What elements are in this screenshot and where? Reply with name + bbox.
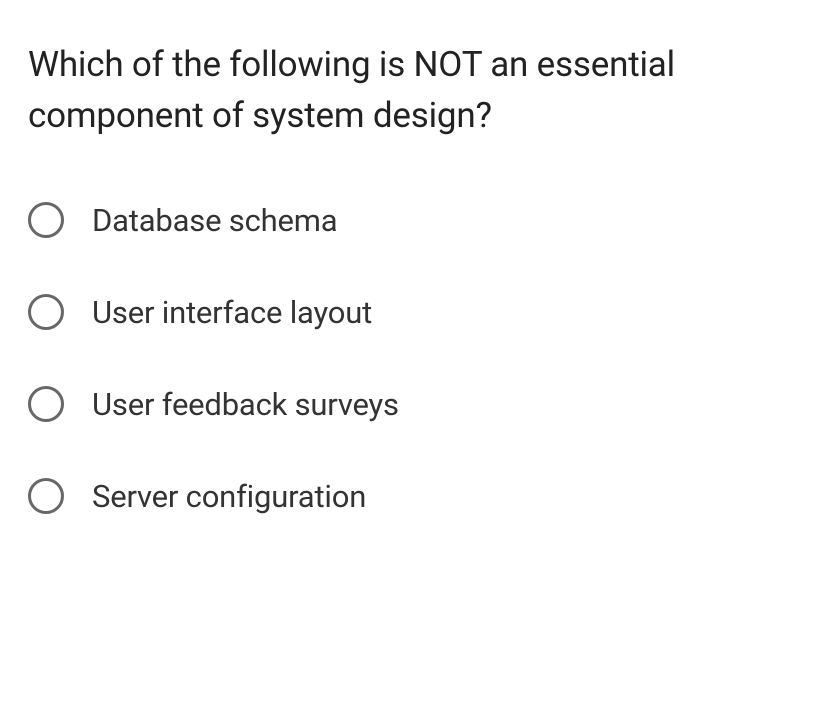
option-label: Server configuration [92, 478, 366, 515]
option-label: User feedback surveys [92, 386, 399, 423]
option-label: User interface layout [92, 294, 372, 331]
option-1[interactable]: Database schema [28, 202, 794, 239]
options-list: Database schema User interface layout Us… [28, 202, 794, 515]
radio-icon [28, 386, 64, 422]
option-3[interactable]: User feedback surveys [28, 386, 794, 423]
radio-icon [28, 478, 64, 514]
option-label: Database schema [92, 202, 337, 239]
radio-icon [28, 202, 64, 238]
option-2[interactable]: User interface layout [28, 294, 794, 331]
radio-icon [28, 294, 64, 330]
question-text: Which of the following is NOT an essenti… [28, 40, 794, 142]
option-4[interactable]: Server configuration [28, 478, 794, 515]
